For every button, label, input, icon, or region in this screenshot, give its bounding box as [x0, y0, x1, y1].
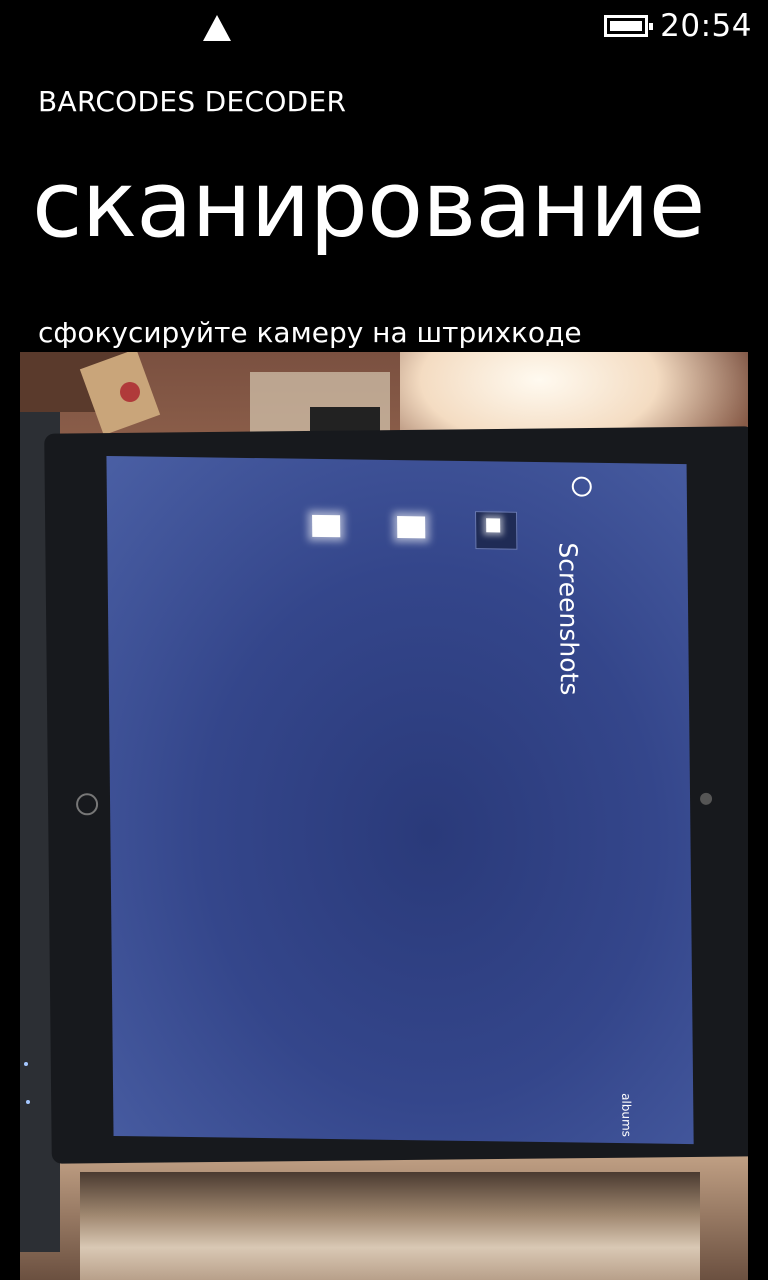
desk-surface	[80, 1172, 700, 1280]
page-title: сканирование	[32, 151, 705, 258]
signal-triangle-icon	[203, 15, 231, 41]
battery-icon	[604, 15, 653, 37]
laptop-in-photo: Screenshots albums	[44, 426, 748, 1164]
photo-screenshots-label: Screenshots	[553, 542, 584, 696]
app-title: BARCODES DECODER	[38, 85, 347, 118]
webcam-icon	[699, 792, 713, 805]
status-bar: 20:54	[0, 0, 768, 56]
laptop-screen: Screenshots albums	[106, 455, 694, 1145]
hp-logo-icon	[75, 793, 99, 816]
camera-viewfinder[interactable]: Screenshots albums	[20, 352, 748, 1280]
photo-thumbnail	[475, 511, 518, 550]
back-arrow-icon	[571, 476, 592, 497]
led-indicator	[26, 1100, 30, 1104]
photo-thumbnail	[397, 516, 426, 539]
photo-albums-label: albums	[619, 1093, 634, 1138]
scan-hint: сфокусируйте камеру на штрихкоде	[38, 316, 582, 349]
photo-thumbnail	[312, 514, 341, 538]
status-clock: 20:54	[660, 8, 752, 44]
led-indicator	[24, 1062, 28, 1066]
